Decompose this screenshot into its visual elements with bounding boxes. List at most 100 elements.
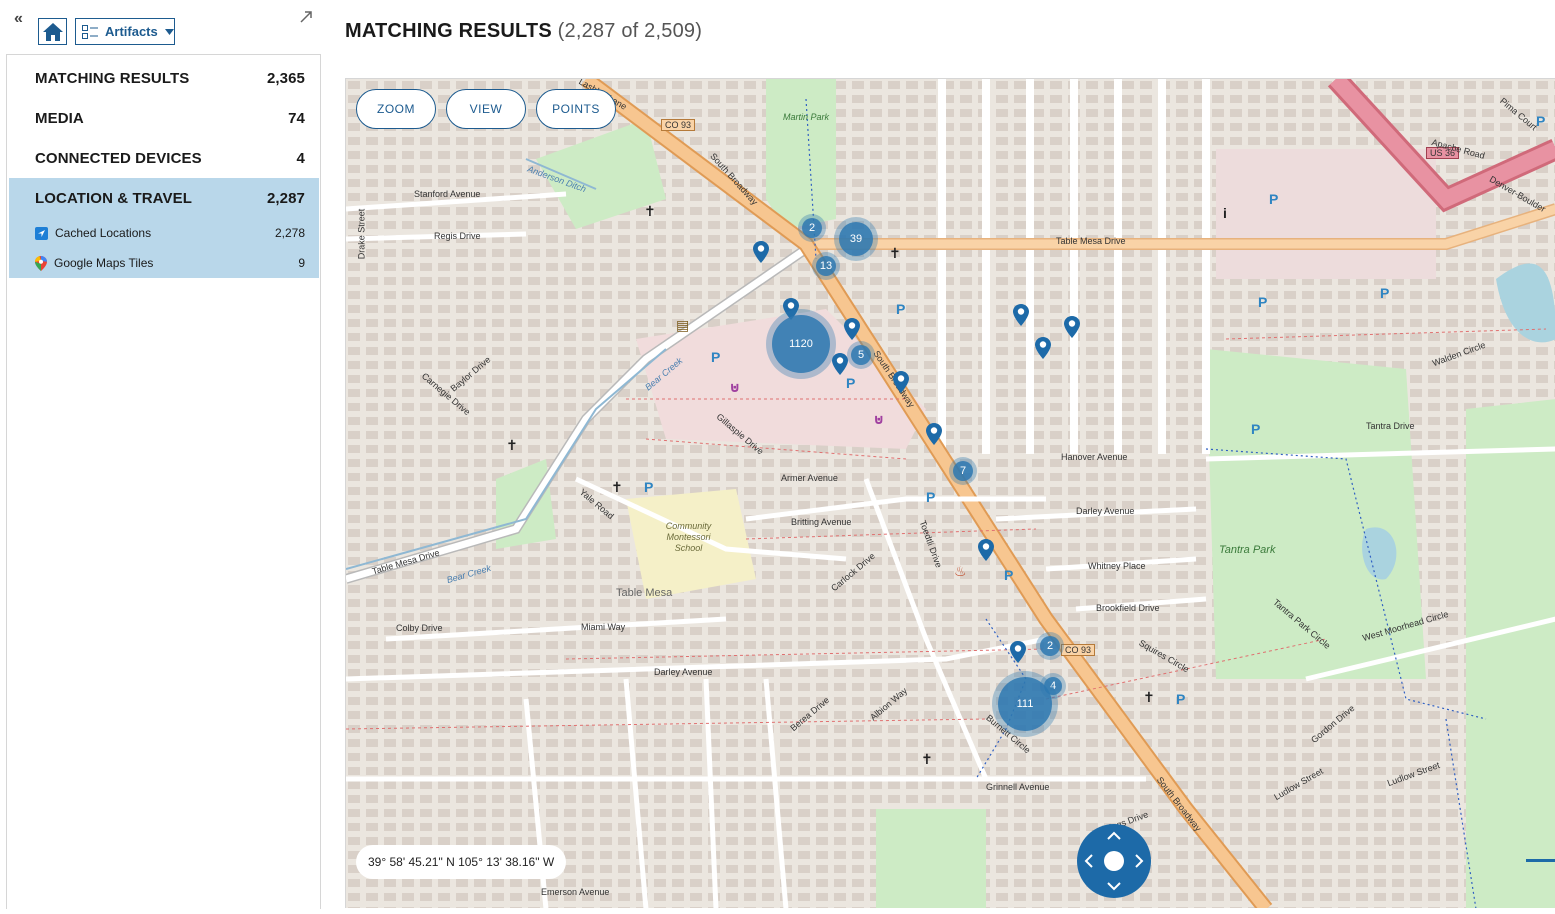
- nav-item-count: 4: [296, 149, 305, 167]
- location-pin-icon[interactable]: [844, 318, 860, 340]
- list-icon: [82, 24, 98, 39]
- result-count: (2,287 of 2,509): [557, 20, 703, 42]
- church-icon: ✝: [644, 203, 656, 219]
- parking-icon: P: [711, 349, 721, 365]
- view-button[interactable]: VIEW: [446, 89, 526, 129]
- map-label: Britting Avenue: [791, 517, 852, 527]
- map-label: Table Mesa: [616, 587, 673, 599]
- church-icon: ✝: [889, 245, 901, 261]
- collapse-panel-icon[interactable]: «: [14, 10, 23, 28]
- church-icon: ✝: [611, 479, 623, 495]
- parking-icon: P: [644, 479, 654, 495]
- zoom-button[interactable]: ZOOM: [356, 89, 436, 129]
- shop-icon: ⊍: [729, 379, 741, 395]
- artifacts-label: Artifacts: [105, 24, 158, 39]
- view-button-label: VIEW: [469, 102, 503, 116]
- location-pin-icon[interactable]: [1013, 304, 1029, 326]
- left-panel: « Artifacts MATCHING RESULTS 2,365 MEDIA…: [0, 0, 322, 914]
- parking-icon: P: [1258, 294, 1268, 310]
- nav-item-label: CONNECTED DEVICES: [35, 149, 202, 167]
- fire-station-icon: ♨: [954, 563, 967, 579]
- nav-subitem-cached-locations[interactable]: Cached Locations 2,278: [9, 218, 319, 248]
- location-pin-icon[interactable]: [753, 241, 769, 263]
- library-icon: ▤: [676, 317, 690, 333]
- church-icon: ✝: [1143, 689, 1155, 705]
- location-cluster[interactable]: 1120: [766, 309, 836, 379]
- map-label: CO 93: [1061, 644, 1096, 656]
- map-tiles: [346, 79, 1555, 908]
- map-label: Armer Avenue: [781, 473, 838, 483]
- map-label: Colby Drive: [396, 623, 443, 633]
- map-label: Tantra Drive: [1366, 421, 1415, 431]
- home-icon: [42, 22, 63, 41]
- nav-item-count: 2,365: [266, 69, 305, 87]
- map-label: Community Montessori School: [665, 521, 712, 553]
- parking-icon: P: [1176, 691, 1186, 707]
- map-label: Hanover Avenue: [1061, 452, 1128, 462]
- location-arrow-icon: [35, 226, 48, 240]
- map-label: Table Mesa Drive: [1056, 236, 1126, 246]
- nav-subitem-count: 2,278: [274, 226, 305, 240]
- parking-icon: P: [896, 301, 906, 317]
- nav-subitem-count: 9: [298, 256, 305, 270]
- cluster-count: 2: [1046, 640, 1054, 652]
- parking-icon: P: [1380, 285, 1390, 301]
- map-label: CO 93: [661, 119, 696, 131]
- location-pin-icon[interactable]: [926, 423, 942, 445]
- coordinates-readout: 39° 58' 45.21" N 105° 13' 38.16" W: [356, 845, 567, 879]
- map-label: Drake Street: [356, 208, 367, 260]
- nav-item-connected-devices[interactable]: CONNECTED DEVICES 4: [9, 138, 319, 178]
- cluster-count: 111: [1016, 698, 1034, 710]
- location-cluster[interactable]: 39: [834, 217, 878, 261]
- map-label: Stanford Avenue: [414, 189, 481, 199]
- nav-item-media[interactable]: MEDIA 74: [9, 98, 319, 138]
- location-pin-icon[interactable]: [1035, 337, 1051, 359]
- location-pin-icon[interactable]: [893, 371, 909, 393]
- parking-icon: P: [1269, 191, 1279, 207]
- location-cluster[interactable]: 2: [1036, 632, 1064, 660]
- church-icon: ✝: [921, 751, 933, 767]
- chevron-down-icon: [164, 28, 174, 35]
- parking-icon: P: [926, 489, 936, 505]
- nav-item-matching-results[interactable]: MATCHING RESULTS 2,365: [9, 58, 319, 98]
- nav-item-count: 2,287: [266, 189, 305, 207]
- google-maps-pin-icon: [35, 255, 47, 271]
- popout-icon[interactable]: [299, 10, 313, 24]
- cluster-count: 13: [819, 260, 833, 272]
- parking-icon: P: [1004, 567, 1014, 583]
- nav-subitem-label: Google Maps Tiles: [54, 256, 154, 270]
- pan-control[interactable]: [1077, 824, 1151, 898]
- map-label: Whitney Place: [1088, 561, 1146, 571]
- map-label: Miami Way: [581, 622, 626, 632]
- parking-icon: P: [1536, 113, 1546, 129]
- location-cluster[interactable]: 111: [992, 671, 1058, 737]
- nav-subitem-google-maps-tiles[interactable]: Google Maps Tiles 9: [9, 248, 319, 278]
- nav-item-label: MEDIA: [35, 109, 84, 127]
- location-cluster[interactable]: 7: [949, 457, 977, 485]
- info-icon: i: [1223, 205, 1227, 221]
- map-label: Emerson Avenue: [541, 887, 610, 897]
- home-button[interactable]: [38, 18, 67, 45]
- cluster-count: 5: [857, 349, 865, 361]
- map-view[interactable]: Stanford Avenue Regis Drive Anderson Dit…: [345, 78, 1555, 908]
- location-cluster[interactable]: 13: [812, 252, 840, 280]
- nav-item-location-travel[interactable]: LOCATION & TRAVEL 2,287: [9, 178, 319, 218]
- location-cluster[interactable]: 5: [847, 341, 875, 369]
- parking-icon: P: [846, 375, 856, 391]
- zoom-slider[interactable]: [1526, 859, 1555, 862]
- coordinates-text: 39° 58' 45.21" N 105° 13' 38.16" W: [368, 855, 555, 869]
- location-pin-icon[interactable]: [832, 353, 848, 375]
- location-pin-icon[interactable]: [978, 539, 994, 561]
- nav-item-count: 74: [288, 109, 305, 127]
- location-pin-icon[interactable]: [1064, 316, 1080, 338]
- cluster-count: 7: [959, 465, 967, 477]
- nav-subitem-label: Cached Locations: [55, 226, 152, 240]
- pan-arrows-icon: [1084, 831, 1144, 891]
- artifacts-dropdown[interactable]: Artifacts: [75, 18, 175, 45]
- points-button[interactable]: POINTS: [536, 89, 616, 129]
- location-pin-icon[interactable]: [1010, 641, 1026, 663]
- map-label: Martin Park: [783, 112, 830, 122]
- cluster-count: 2: [808, 222, 816, 234]
- nav-item-label: LOCATION & TRAVEL: [35, 189, 192, 207]
- location-cluster[interactable]: 2: [798, 214, 826, 242]
